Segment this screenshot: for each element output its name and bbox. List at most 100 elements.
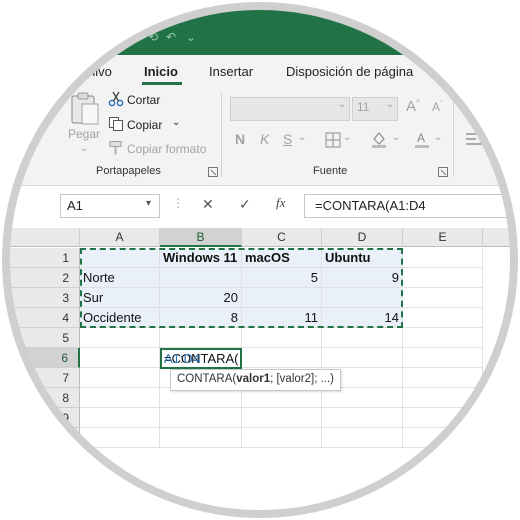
cell-c6[interactable]	[242, 348, 322, 368]
row-header[interactable]: 1	[0, 248, 80, 268]
align-left-icon[interactable]	[466, 132, 482, 146]
grow-font-icon[interactable]: A^	[406, 98, 420, 115]
cell-c1[interactable]: macOS	[242, 248, 322, 268]
cell-d1[interactable]: Ubuntu	[322, 248, 403, 268]
font-size-dropdown-icon[interactable]: ⌄	[386, 99, 394, 110]
font-color-icon[interactable]: A	[413, 130, 431, 148]
cell-e4[interactable]	[403, 308, 483, 328]
cell-d2[interactable]: 9	[322, 268, 403, 288]
cell-c10[interactable]	[242, 428, 322, 448]
cell-d10[interactable]	[322, 428, 403, 448]
copy-icon[interactable]	[108, 116, 124, 132]
row-header[interactable]: 7	[0, 368, 80, 388]
row-header[interactable]: 2	[0, 268, 80, 288]
cell-e5[interactable]	[403, 328, 483, 348]
bold-button[interactable]: N	[235, 131, 245, 147]
cell-d3[interactable]	[322, 288, 403, 308]
cell-a3[interactable]: Sur	[80, 288, 160, 308]
cell-b1[interactable]: Windows 11	[160, 248, 242, 268]
cancel-icon[interactable]: ✕	[202, 196, 214, 213]
insert-function-icon[interactable]: fx	[276, 195, 285, 211]
italic-button[interactable]: K	[260, 131, 269, 147]
fill-color-icon[interactable]	[370, 130, 388, 148]
name-box[interactable]: A1	[60, 194, 160, 218]
cell-b3[interactable]: 20	[160, 288, 242, 308]
paste-icon[interactable]	[68, 91, 102, 127]
cell-a2[interactable]: Norte	[80, 268, 160, 288]
cell-a9[interactable]	[80, 408, 160, 428]
cell-a4[interactable]: Occidente	[80, 308, 160, 328]
active-cell-b6[interactable]: =CONTARA(A1:D4	[160, 348, 242, 369]
clipboard-launcher-icon[interactable]	[208, 167, 218, 177]
cell-c9[interactable]	[242, 408, 322, 428]
tab-archivo[interactable]: hivo	[88, 64, 112, 79]
undo-icon[interactable]: ↶	[166, 30, 176, 44]
cell-e8[interactable]	[403, 388, 483, 408]
cell-c3[interactable]	[242, 288, 322, 308]
shrink-font-icon[interactable]: Aˇ	[432, 100, 442, 114]
col-header-e[interactable]: E	[403, 228, 483, 247]
cell-c5[interactable]	[242, 328, 322, 348]
cell-a8[interactable]	[80, 388, 160, 408]
row-header[interactable]: 8	[0, 388, 80, 408]
underline-button[interactable]: S	[283, 131, 292, 147]
borders-icon[interactable]	[325, 132, 341, 148]
font-name-combobox[interactable]	[230, 97, 350, 121]
row-header[interactable]: 5	[0, 328, 80, 348]
cell-d8[interactable]	[322, 388, 403, 408]
row-header[interactable]: 10	[0, 428, 80, 448]
cell-b8[interactable]	[160, 388, 242, 408]
cell-a7[interactable]	[80, 368, 160, 388]
cell-e3[interactable]	[403, 288, 483, 308]
cell-e1[interactable]	[403, 248, 483, 268]
cell-a10[interactable]	[80, 428, 160, 448]
cell-e7[interactable]	[403, 368, 483, 388]
row-header[interactable]: 9	[0, 408, 80, 428]
cell-c8[interactable]	[242, 388, 322, 408]
copy-label[interactable]: Copiar	[127, 118, 162, 132]
formula-input[interactable]: =CONTARA(A1:D4	[304, 194, 516, 218]
tab-insertar[interactable]: Insertar	[209, 64, 253, 79]
cell-d4[interactable]: 14	[322, 308, 403, 328]
cell-b9[interactable]	[160, 408, 242, 428]
borders-dropdown-icon[interactable]: ⌄	[343, 132, 351, 143]
col-header-b[interactable]: B	[160, 228, 242, 247]
cell-e2[interactable]	[403, 268, 483, 288]
cell-c2[interactable]: 5	[242, 268, 322, 288]
cell-c4[interactable]: 11	[242, 308, 322, 328]
name-box-dropdown-icon[interactable]: ▾	[146, 198, 151, 209]
underline-dropdown-icon[interactable]: ⌄	[298, 132, 306, 143]
font-launcher-icon[interactable]	[438, 167, 448, 177]
paste-dropdown-icon[interactable]: ⌄	[80, 143, 88, 154]
tab-inicio[interactable]: Inicio	[144, 64, 178, 79]
cell-b5[interactable]	[160, 328, 242, 348]
cell-d5[interactable]	[322, 328, 403, 348]
cell-b10[interactable]	[160, 428, 242, 448]
paste-label[interactable]: Pegar	[68, 127, 100, 141]
row-header[interactable]: 4	[0, 308, 80, 328]
quick-access-dropdown-icon[interactable]: ⌄	[186, 30, 196, 44]
col-header-a[interactable]: A	[80, 228, 160, 247]
col-header-f[interactable]	[483, 228, 520, 247]
enter-icon[interactable]: ✓	[239, 196, 251, 213]
cell-a5[interactable]	[80, 328, 160, 348]
align-icon[interactable]	[466, 99, 482, 113]
col-header-c[interactable]: C	[242, 228, 322, 247]
row-header[interactable]: 6	[0, 348, 80, 368]
format-painter-icon[interactable]	[108, 140, 124, 156]
scissors-icon[interactable]	[108, 91, 124, 107]
cell-b2[interactable]	[160, 268, 242, 288]
function-tooltip[interactable]: CONTARA(valor1; [valor2]; ...)	[170, 369, 342, 391]
copy-dropdown-icon[interactable]: ⌄	[172, 117, 180, 128]
cell-a1[interactable]	[80, 248, 160, 268]
autosave-icon[interactable]: ⟲	[148, 30, 158, 44]
cell-e10[interactable]	[403, 428, 483, 448]
cell-d9[interactable]	[322, 408, 403, 428]
cell-b4[interactable]: 8	[160, 308, 242, 328]
row-header[interactable]: 3	[0, 288, 80, 308]
col-header-d[interactable]: D	[322, 228, 403, 247]
cell-e9[interactable]	[403, 408, 483, 428]
cell-e6[interactable]	[403, 348, 483, 368]
format-painter-label[interactable]: Copiar formato	[127, 142, 206, 156]
font-name-dropdown-icon[interactable]: ⌄	[338, 99, 346, 110]
